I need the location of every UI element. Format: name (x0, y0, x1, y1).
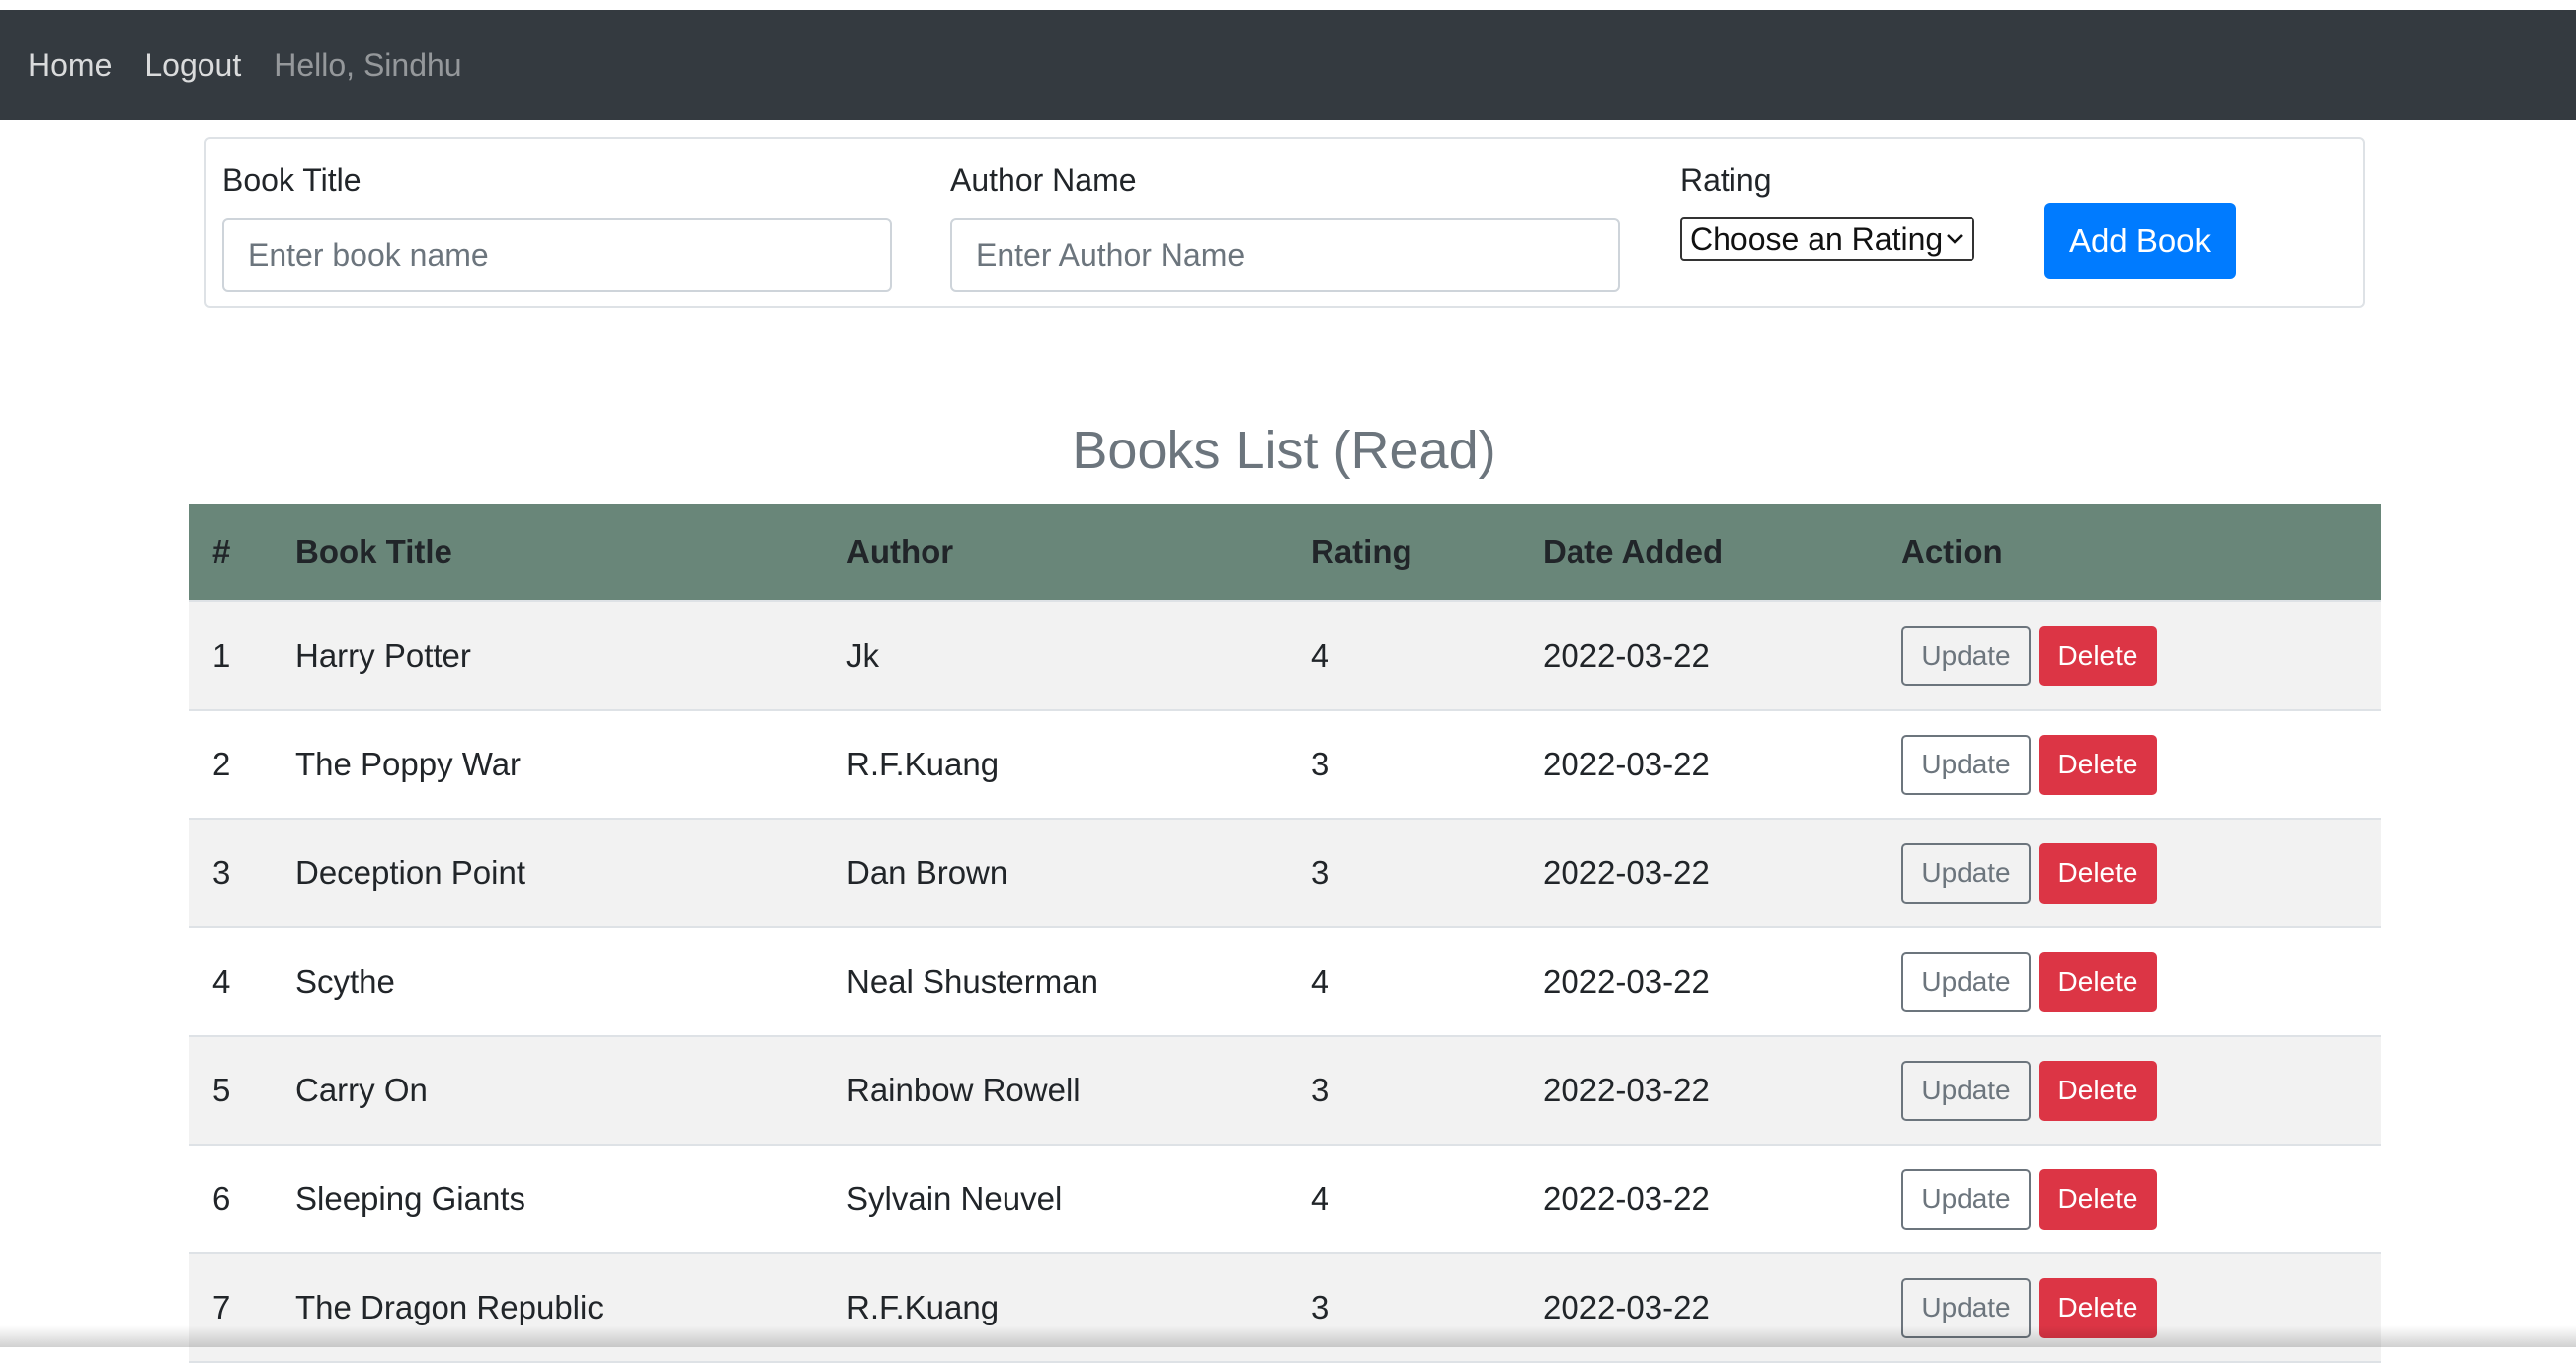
row-title: The Dragon Republic (295, 1289, 604, 1325)
bottom-shadow (0, 1325, 2576, 1347)
delete-button[interactable]: Delete (2039, 1060, 2157, 1121)
row-date: 2022-03-22 (1543, 746, 1710, 782)
book-title-input[interactable] (222, 218, 892, 292)
row-number: 3 (212, 854, 231, 891)
table-row: 1 Harry Potter Jk 4 2022-03-22 Update De… (189, 602, 2381, 711)
delete-button[interactable]: Delete (2039, 734, 2157, 795)
row-author: Dan Brown (846, 854, 1008, 891)
row-number: 2 (212, 746, 231, 782)
column-header-action: Action (1901, 532, 2003, 570)
column-header-rating: Rating (1311, 532, 1412, 570)
window-top-strip (0, 0, 2576, 10)
row-number: 5 (212, 1072, 231, 1108)
row-author: Jk (846, 637, 879, 674)
row-actions: Update Delete (1901, 734, 2157, 795)
add-book-button[interactable]: Add Book (2044, 203, 2236, 279)
row-title: Harry Potter (295, 637, 471, 674)
table-row: 3 Deception Point Dan Brown 3 2022-03-22… (189, 820, 2381, 928)
row-number: 7 (212, 1289, 231, 1325)
row-actions: Update Delete (1901, 1060, 2157, 1121)
rating-select[interactable]: Choose an Rating (1680, 217, 1974, 261)
row-actions: Update Delete (1901, 625, 2157, 686)
nav-logout-link[interactable]: Logout (144, 47, 241, 84)
navbar: Home Logout Hello, Sindhu (0, 10, 2576, 120)
add-book-form: Book Title Author Name Rating Choose an … (204, 137, 2365, 308)
row-rating: 3 (1311, 854, 1329, 891)
row-date: 2022-03-22 (1543, 637, 1710, 674)
row-author: Sylvain Neuvel (846, 1180, 1063, 1217)
books-table: # Book Title Author Rating Date Added Ac… (189, 504, 2381, 1363)
row-author: Neal Shusterman (846, 963, 1098, 1000)
nav-home-link[interactable]: Home (28, 47, 112, 84)
row-rating: 3 (1311, 746, 1329, 782)
column-header-date: Date Added (1543, 532, 1724, 570)
row-rating: 4 (1311, 637, 1329, 674)
table-row: 6 Sleeping Giants Sylvain Neuvel 4 2022-… (189, 1146, 2381, 1254)
book-title-label: Book Title (222, 162, 362, 198)
user-greeting: Hello, Sindhu (274, 46, 462, 83)
row-actions: Update Delete (1901, 951, 2157, 1012)
row-date: 2022-03-22 (1543, 963, 1710, 1000)
row-actions: Update Delete (1901, 1168, 2157, 1230)
author-name-input[interactable] (950, 218, 1620, 292)
row-rating: 3 (1311, 1072, 1329, 1108)
update-button[interactable]: Update (1901, 842, 2031, 904)
row-title: Sleeping Giants (295, 1180, 525, 1217)
table-row: 4 Scythe Neal Shusterman 4 2022-03-22 Up… (189, 928, 2381, 1037)
row-author: Rainbow Rowell (846, 1072, 1081, 1108)
row-title: The Poppy War (295, 746, 522, 782)
update-button[interactable]: Update (1901, 1168, 2031, 1230)
table-header: # Book Title Author Rating Date Added Ac… (189, 504, 2381, 602)
row-rating: 3 (1311, 1289, 1329, 1325)
table-row: 5 Carry On Rainbow Rowell 3 2022-03-22 U… (189, 1037, 2381, 1146)
delete-button[interactable]: Delete (2039, 625, 2157, 686)
chevron-down-icon (1945, 232, 1965, 246)
update-button[interactable]: Update (1901, 1060, 2031, 1121)
row-title: Carry On (295, 1072, 428, 1108)
rating-label: Rating (1680, 162, 1772, 198)
row-number: 1 (212, 637, 231, 674)
books-list-heading: Books List (Read) (1072, 421, 1496, 480)
delete-button[interactable]: Delete (2039, 951, 2157, 1012)
row-author: R.F.Kuang (846, 746, 1000, 782)
delete-button[interactable]: Delete (2039, 842, 2157, 904)
row-date: 2022-03-22 (1543, 1180, 1710, 1217)
row-number: 6 (212, 1180, 231, 1217)
column-header-title: Book Title (295, 532, 452, 570)
row-date: 2022-03-22 (1543, 1289, 1710, 1325)
column-header-author: Author (846, 532, 954, 570)
author-name-label: Author Name (950, 162, 1137, 198)
update-button[interactable]: Update (1901, 625, 2031, 686)
row-rating: 4 (1311, 963, 1329, 1000)
row-date: 2022-03-22 (1543, 854, 1710, 891)
update-button[interactable]: Update (1901, 734, 2031, 795)
row-actions: Update Delete (1901, 842, 2157, 904)
row-rating: 4 (1311, 1180, 1329, 1217)
row-author: R.F.Kuang (846, 1289, 1000, 1325)
row-date: 2022-03-22 (1543, 1072, 1710, 1108)
rating-select-value: Choose an Rating (1690, 220, 1944, 257)
table-row: 2 The Poppy War R.F.Kuang 3 2022-03-22 U… (189, 711, 2381, 820)
row-title: Scythe (295, 963, 395, 1000)
row-title: Deception Point (295, 854, 525, 891)
row-number: 4 (212, 963, 231, 1000)
delete-button[interactable]: Delete (2039, 1168, 2157, 1230)
update-button[interactable]: Update (1901, 951, 2031, 1012)
column-header-number: # (212, 532, 231, 570)
